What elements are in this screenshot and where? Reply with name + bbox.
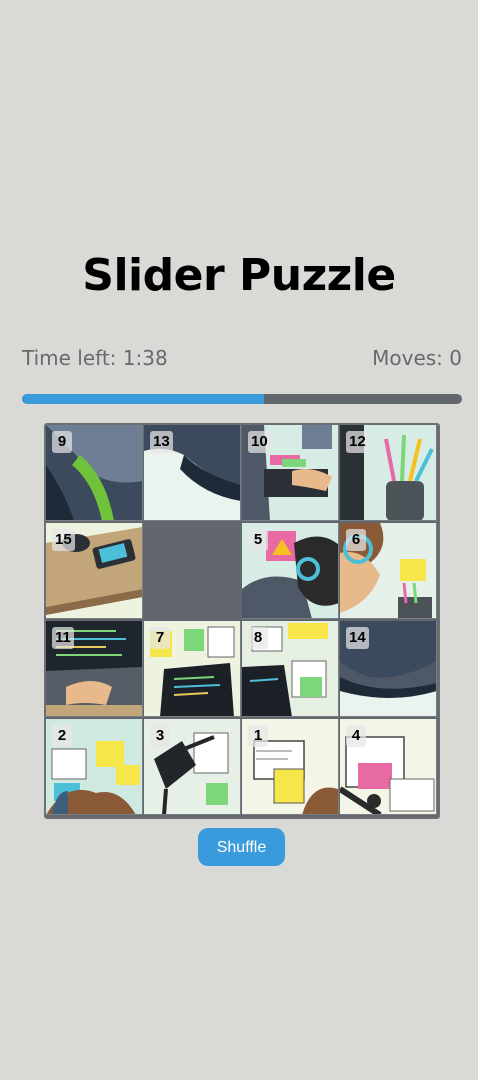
tile-number: 8 [248, 627, 268, 649]
puzzle-board: 9 13 10 12 15 5 6 11 7 8 14 2 3 1 4 [44, 423, 440, 819]
puzzle-tile-2[interactable]: 2 [46, 719, 143, 815]
tile-number: 6 [346, 529, 366, 551]
tile-number: 4 [346, 725, 366, 747]
puzzle-tile-10[interactable]: 10 [242, 425, 339, 521]
tile-number: 11 [52, 627, 74, 649]
tile-number: 14 [346, 627, 369, 649]
moves-counter: Moves: 0 [372, 346, 462, 370]
puzzle-tile-5[interactable]: 5 [242, 523, 339, 619]
slider-puzzle-app: Slider Puzzle Time left: 1:38 Moves: 0 9… [0, 0, 478, 1080]
puzzle-tile-14[interactable]: 14 [340, 621, 437, 717]
puzzle-tile-7[interactable]: 7 [144, 621, 241, 717]
tile-number: 9 [52, 431, 72, 453]
time-left-label: Time left: 1:38 [22, 346, 168, 370]
tile-number: 15 [52, 529, 75, 551]
empty-slot [144, 523, 241, 619]
tile-number: 1 [248, 725, 268, 747]
tile-number: 3 [150, 725, 170, 747]
time-progress-fill [22, 394, 264, 404]
tile-number: 12 [346, 431, 369, 453]
puzzle-tile-15[interactable]: 15 [46, 523, 143, 619]
puzzle-tile-3[interactable]: 3 [144, 719, 241, 815]
puzzle-tile-8[interactable]: 8 [242, 621, 339, 717]
page-title: Slider Puzzle [82, 250, 396, 301]
puzzle-tile-4[interactable]: 4 [340, 719, 437, 815]
puzzle-tile-12[interactable]: 12 [340, 425, 437, 521]
puzzle-tile-6[interactable]: 6 [340, 523, 437, 619]
tile-number: 13 [150, 431, 173, 453]
time-progress-bar [22, 394, 462, 404]
tile-number: 7 [150, 627, 170, 649]
puzzle-tile-13[interactable]: 13 [144, 425, 241, 521]
shuffle-button[interactable]: Shuffle [198, 828, 285, 866]
status-bar: Time left: 1:38 Moves: 0 [22, 346, 462, 376]
tile-number: 2 [52, 725, 72, 747]
puzzle-tile-1[interactable]: 1 [242, 719, 339, 815]
puzzle-tile-11[interactable]: 11 [46, 621, 143, 717]
puzzle-tile-9[interactable]: 9 [46, 425, 143, 521]
tile-number: 5 [248, 529, 268, 551]
tile-number: 10 [248, 431, 271, 453]
